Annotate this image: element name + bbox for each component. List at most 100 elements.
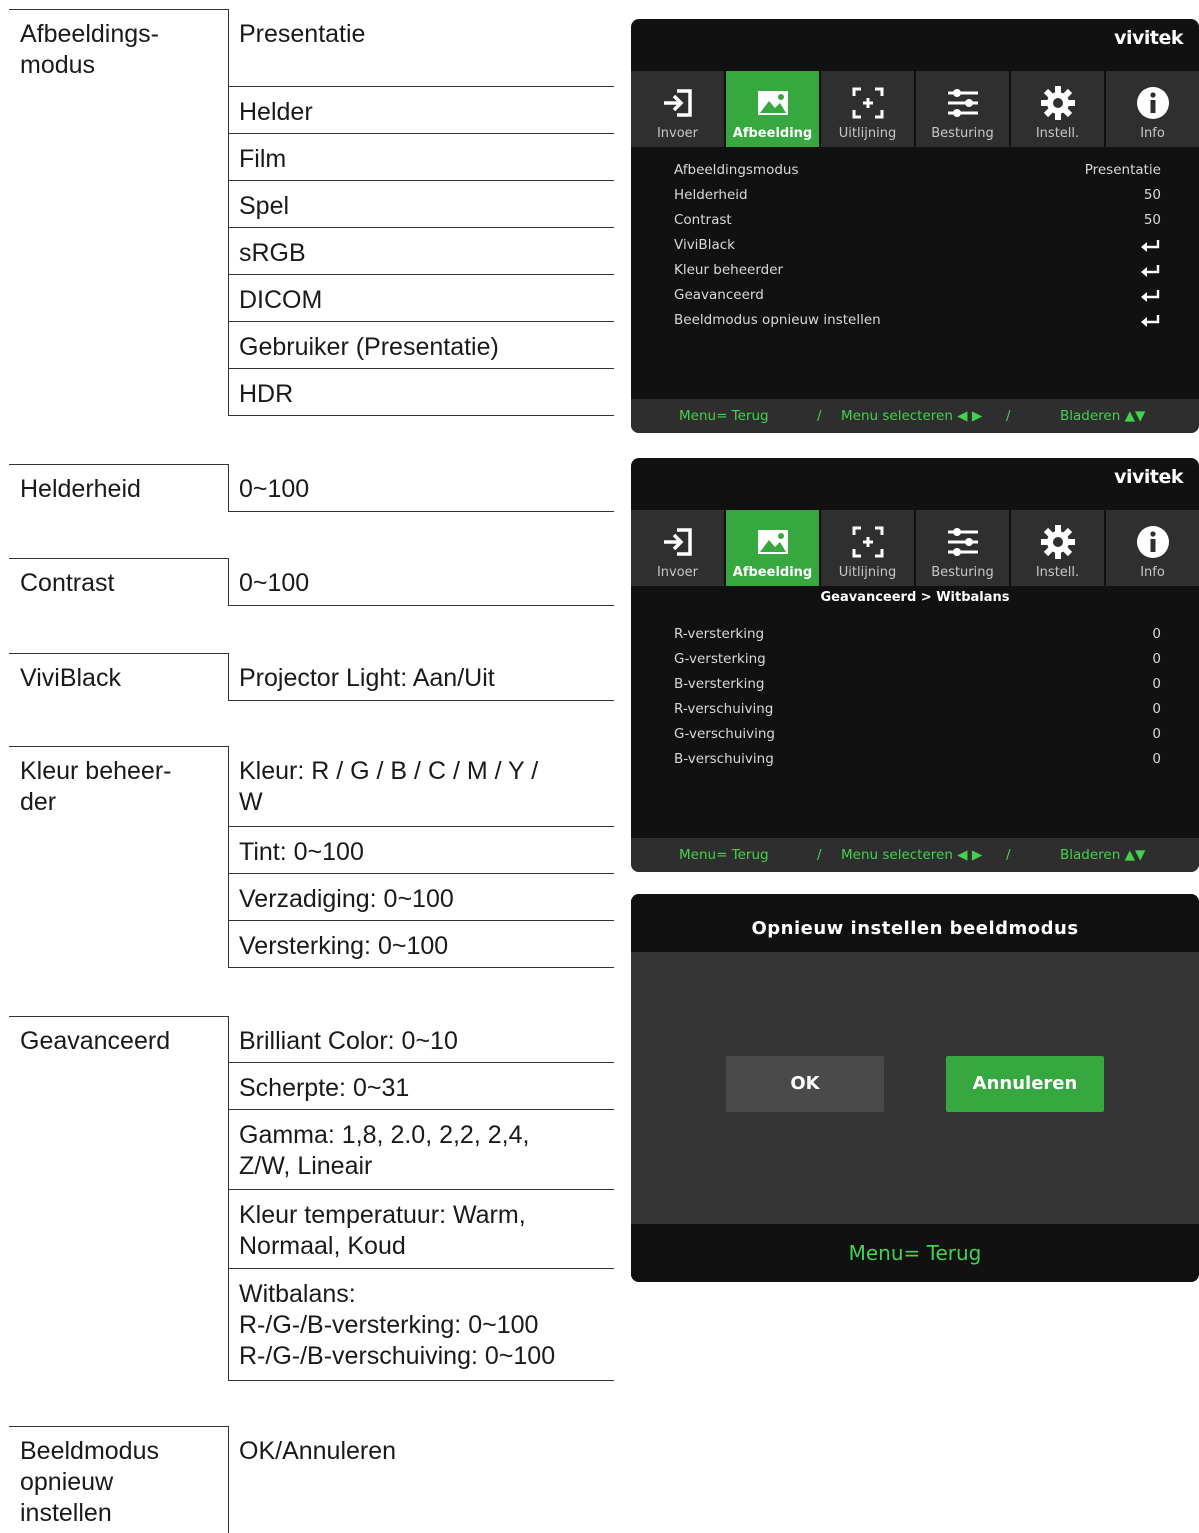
setting-option: Film	[239, 145, 287, 173]
settings-group: Afbeeldings- modus Presentatie Helder Film S…	[9, 9, 614, 416]
osd-menu-item-value: 0	[1152, 751, 1161, 767]
setting-option-row: Spel	[229, 181, 614, 228]
setting-name: Beeldmodus opnieuw instellen	[20, 1437, 159, 1527]
setting-option: Verzadiging: 0~100	[239, 885, 454, 913]
osd-tab-afbeelding[interactable]: Afbeelding	[726, 510, 819, 586]
setting-option: Tint: 0~100	[239, 838, 364, 866]
osd-tab-uitlijning[interactable]: Uitlijning	[821, 71, 914, 147]
osd-tab-besturing[interactable]: Besturing	[916, 71, 1009, 147]
divider	[9, 653, 229, 654]
control-sliders-icon	[945, 85, 981, 121]
osd-menu-item-value: 0	[1152, 651, 1161, 667]
setting-option: Spel	[239, 192, 290, 220]
osd-menu-item[interactable]: Helderheid 50	[674, 187, 1161, 207]
setting-option: Versterking: 0~100	[239, 932, 449, 960]
footer-browse-hint: Bladeren ▲▼	[1060, 847, 1146, 863]
setting-option-row: 0~100	[229, 558, 614, 606]
setting-option: Kleur temperatuur: Warm, Normaal, Koud	[239, 1201, 526, 1260]
settings-group: Geavanceerd Brilliant Color: 0~10 Scherpte…	[9, 1016, 614, 1381]
dialog-title: Opnieuw instellen beeldmodus	[631, 894, 1199, 952]
setting-option: Brilliant Color: 0~10	[239, 1027, 458, 1055]
osd-tab-info[interactable]: Info	[1106, 510, 1199, 586]
osd-menu-item[interactable]: G-verschuiving 0	[674, 726, 1161, 746]
osd-menu-item-value: 0	[1152, 726, 1161, 742]
osd-reset-dialog: Opnieuw instellen beeldmodus OK Annulere…	[631, 894, 1199, 1282]
divider	[9, 558, 229, 559]
gear-icon	[1040, 524, 1076, 560]
divider	[9, 1426, 229, 1427]
enter-arrow-icon	[1139, 264, 1161, 278]
osd-menu-item-value: 50	[1143, 187, 1161, 203]
osd-image-menu: vivitek Invoer Afbeelding Uitlijning Bestur…	[631, 19, 1199, 433]
settings-group: Contrast 0~100	[9, 558, 614, 606]
setting-option-row: Helder	[229, 87, 614, 134]
osd-tab-besturing[interactable]: Besturing	[916, 510, 1009, 586]
enter-arrow-icon	[1139, 239, 1161, 253]
osd-menu-item[interactable]: B-verschuiving 0	[674, 751, 1161, 771]
osd-menu-item[interactable]: R-versterking 0	[674, 626, 1161, 646]
osd-tab-bar: Invoer Afbeelding Uitlijning Besturing Inste…	[631, 71, 1199, 147]
osd-menu-item-label: Helderheid	[674, 187, 748, 203]
enter-arrow-icon	[1139, 289, 1161, 303]
setting-option-row: Presentatie	[229, 9, 614, 87]
osd-tab-instell[interactable]: Instell.	[1011, 71, 1104, 147]
osd-footer: Menu= Terug / Menu selecteren ◀ ▶ / Blad…	[631, 399, 1199, 433]
setting-option: OK/Annuleren	[239, 1437, 397, 1465]
setting-option: Gamma: 1,8, 2.0, 2,2, 2,4, Z/W, Lineair	[239, 1121, 530, 1180]
cancel-button[interactable]: Annuleren	[946, 1056, 1104, 1112]
setting-option-row: Verzadiging: 0~100	[229, 874, 614, 921]
osd-menu-item[interactable]: Contrast 50	[674, 212, 1161, 232]
osd-tab-invoer[interactable]: Invoer	[631, 510, 724, 586]
enter-arrow-icon	[1139, 314, 1161, 328]
osd-tab-label: Besturing	[931, 565, 994, 580]
osd-tab-label: Besturing	[931, 126, 994, 141]
footer-separator: /	[1006, 847, 1011, 863]
setting-option-row: Scherpte: 0~31	[229, 1063, 614, 1110]
divider	[9, 1016, 229, 1017]
osd-tab-label: Uitlijning	[838, 126, 897, 141]
osd-menu-item[interactable]: R-verschuiving 0	[674, 701, 1161, 721]
osd-menu-item[interactable]: G-versterking 0	[674, 651, 1161, 671]
osd-menu-item[interactable]: Kleur beheerder	[674, 262, 1161, 282]
setting-option-row: Witbalans: R-/G-/B-versterking: 0~100 R-…	[229, 1269, 614, 1381]
osd-menu-item-label: R-versterking	[674, 626, 765, 642]
setting-option: HDR	[239, 380, 294, 408]
osd-menu-item-label: Kleur beheerder	[674, 262, 784, 278]
osd-tab-label: Afbeelding	[732, 565, 813, 580]
osd-tab-label: Uitlijning	[838, 565, 897, 580]
osd-menu-item-label: Beeldmodus opnieuw instellen	[674, 312, 881, 328]
osd-menu-item-label: Contrast	[674, 212, 732, 228]
osd-tab-info[interactable]: Info	[1106, 71, 1199, 147]
osd-tab-uitlijning[interactable]: Uitlijning	[821, 510, 914, 586]
vivitek-logo: vivitek	[1114, 466, 1183, 488]
settings-group: Helderheid 0~100	[9, 464, 614, 512]
setting-name: Afbeeldings- modus	[20, 20, 159, 79]
setting-option: Helder	[239, 98, 313, 126]
osd-menu-item[interactable]: Geavanceerd	[674, 287, 1161, 307]
vivitek-logo: vivitek	[1114, 27, 1183, 49]
setting-option-row: Projector Light: Aan/Uit	[229, 653, 614, 701]
osd-menu-item[interactable]: Afbeeldingsmodus Presentatie	[674, 162, 1161, 182]
setting-option: Scherpte: 0~31	[239, 1074, 410, 1102]
osd-tab-label: Instell.	[1035, 565, 1080, 580]
setting-name: Kleur beheer- der	[20, 757, 172, 816]
settings-group: Kleur beheer- der Kleur: R / G / B / C / …	[9, 746, 614, 968]
osd-tab-afbeelding[interactable]: Afbeelding	[726, 71, 819, 147]
osd-menu-item[interactable]: B-versterking 0	[674, 676, 1161, 696]
info-icon	[1135, 524, 1171, 560]
setting-option: Witbalans: R-/G-/B-versterking: 0~100 R-…	[239, 1280, 556, 1370]
osd-menu-item[interactable]: Beeldmodus opnieuw instellen	[674, 312, 1161, 332]
osd-tab-instell[interactable]: Instell.	[1011, 510, 1104, 586]
osd-menu-item-label: G-verschuiving	[674, 726, 775, 742]
gear-icon	[1040, 85, 1076, 121]
ok-button[interactable]: OK	[726, 1056, 884, 1112]
osd-tab-invoer[interactable]: Invoer	[631, 71, 724, 147]
divider	[229, 700, 614, 701]
info-icon	[1135, 85, 1171, 121]
setting-name: Contrast	[20, 569, 115, 597]
divider	[9, 464, 229, 465]
setting-option: Gebruiker (Presentatie)	[239, 333, 499, 361]
osd-menu-item-value: 0	[1152, 626, 1161, 642]
osd-menu-item[interactable]: ViviBlack	[674, 237, 1161, 257]
setting-option-row: Film	[229, 134, 614, 181]
